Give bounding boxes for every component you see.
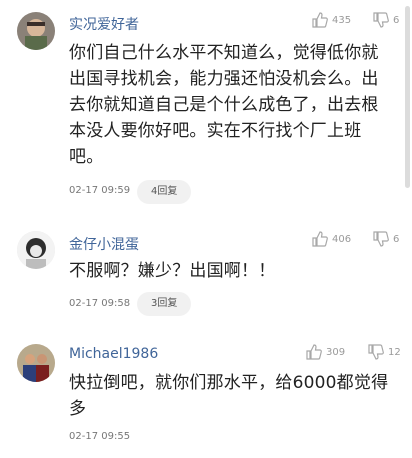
reply-button[interactable]: 3回复 bbox=[137, 292, 192, 316]
username[interactable]: 金仔小混蛋 bbox=[69, 234, 139, 254]
comment-text: 不服啊？嫌少？出国啊！！ bbox=[69, 258, 399, 284]
dislike-count: 12 bbox=[388, 346, 401, 358]
dislike-count: 6 bbox=[393, 14, 400, 26]
like-count: 309 bbox=[326, 346, 346, 358]
thumbs-up-icon bbox=[311, 230, 329, 248]
timestamp: 02-17 09:58 bbox=[69, 298, 131, 309]
comment-line: 吧。 bbox=[69, 147, 104, 167]
username[interactable]: Michael1986 bbox=[69, 346, 158, 362]
like-count: 406 bbox=[332, 233, 352, 245]
comment-line: 你们自己什么水平不知道么，觉得低你就 bbox=[69, 43, 379, 63]
comment-line: 去你就知道自己是个什么成色了，出去根 bbox=[69, 95, 379, 115]
avatar[interactable] bbox=[17, 231, 55, 269]
dislike-button[interactable]: 6 bbox=[372, 11, 399, 29]
dislike-count: 6 bbox=[393, 233, 400, 245]
thumbs-down-icon bbox=[372, 230, 390, 248]
thumbs-down-icon bbox=[372, 11, 390, 29]
username[interactable]: 实况爱好者 bbox=[69, 14, 139, 34]
comment-line: 不服啊？嫌少？出国啊！！ bbox=[69, 261, 276, 281]
thumbs-down-icon bbox=[367, 343, 385, 361]
like-button[interactable]: 309 bbox=[305, 343, 345, 361]
comment-line: 多 bbox=[69, 399, 87, 419]
reply-button[interactable]: 4回复 bbox=[137, 180, 192, 204]
comment-text: 你们自己什么水平不知道么，觉得低你就 出国寻找机会，能力强还怕没机会么。出 去你… bbox=[69, 40, 399, 170]
comment-text: 快拉倒吧，就你们那水平，给6000都觉得 多 bbox=[69, 370, 399, 422]
comment-line: 快拉倒吧，就你们那水平，给6000都觉得 bbox=[69, 373, 389, 393]
avatar[interactable] bbox=[17, 12, 55, 50]
dislike-button[interactable]: 6 bbox=[372, 230, 399, 248]
scrollbar[interactable] bbox=[405, 6, 410, 188]
thumbs-up-icon bbox=[305, 343, 323, 361]
comment-line: 本没人要你好吧。实在不行找个厂上班 bbox=[69, 121, 362, 141]
like-count: 435 bbox=[332, 14, 352, 26]
like-button[interactable]: 435 bbox=[311, 11, 351, 29]
timestamp: 02-17 09:55 bbox=[69, 431, 131, 442]
like-button[interactable]: 406 bbox=[311, 230, 351, 248]
thumbs-up-icon bbox=[311, 11, 329, 29]
timestamp: 02-17 09:59 bbox=[69, 185, 131, 196]
dislike-button[interactable]: 12 bbox=[367, 343, 401, 361]
comment-line: 出国寻找机会，能力强还怕没机会么。出 bbox=[69, 69, 379, 89]
avatar[interactable] bbox=[17, 344, 55, 382]
